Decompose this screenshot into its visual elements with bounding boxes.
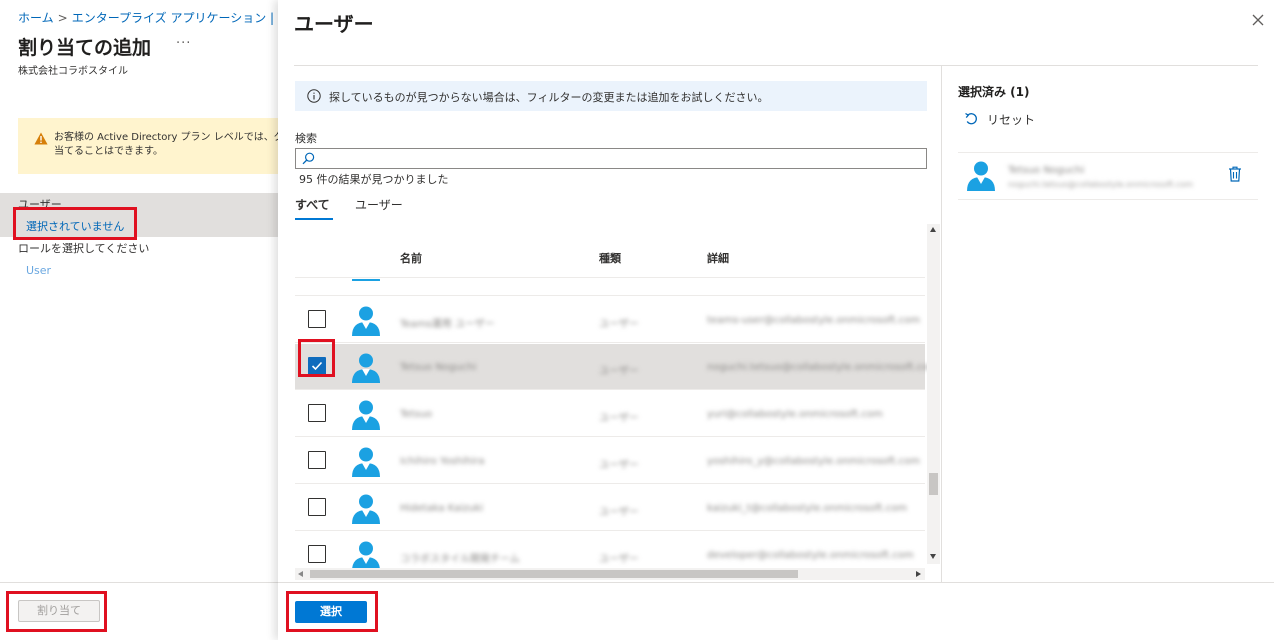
- column-header-type[interactable]: 種類: [599, 250, 621, 266]
- user-avatar-icon: [352, 353, 380, 383]
- selected-title: 選択済み (1): [958, 85, 1030, 99]
- column-header-name[interactable]: 名前: [400, 250, 422, 266]
- scroll-left-arrow-icon[interactable]: [298, 571, 303, 577]
- horizontal-scrollbar[interactable]: [295, 568, 925, 580]
- vertical-scroll-thumb[interactable]: [929, 473, 938, 495]
- results-grid: 名前 種類 詳細 Teams運用 ユーザー ユーザー teams-user@co…: [295, 224, 940, 582]
- row-name: Tetsuo Noguchi: [400, 362, 477, 373]
- column-divider: [941, 66, 942, 582]
- table-row-partial[interactable]: [295, 279, 925, 296]
- reset-icon[interactable]: [964, 112, 978, 126]
- more-options-icon[interactable]: ···: [176, 36, 191, 51]
- footer-divider: [0, 582, 278, 583]
- warning-line-1: お客様の Active Directory プラン レベルでは、グル: [54, 132, 278, 143]
- row-name: Hidetaka Kaizuki: [400, 503, 484, 514]
- tab-users[interactable]: ユーザー: [355, 196, 403, 213]
- breadcrumb-separator: >: [57, 11, 68, 25]
- search-icon: [302, 152, 315, 165]
- trash-icon[interactable]: [1228, 166, 1242, 182]
- table-row[interactable]: Teams運用 ユーザー ユーザー teams-user@collabostyl…: [295, 297, 925, 343]
- row-name: コラボスタイル開発チーム: [400, 554, 520, 565]
- row-name: Ichihiro Yoshihira: [400, 456, 485, 467]
- highlight-box: [286, 591, 378, 632]
- row-detail: developer@collabostyle.onmicrosoft.com: [707, 550, 914, 561]
- highlight-box: [13, 207, 137, 240]
- scroll-down-arrow-icon[interactable]: [930, 554, 936, 559]
- row-type: ユーザー: [599, 507, 639, 518]
- user-avatar-icon: [352, 400, 380, 430]
- warning-banner: お客様の Active Directory プラン レベルでは、グル 当てること…: [18, 118, 278, 174]
- row-detail: yuri@collabostyle.onmicrosoft.com: [707, 409, 883, 420]
- header-divider: [294, 65, 1258, 66]
- user-avatar-icon: [352, 447, 380, 477]
- user-avatar-icon: [352, 306, 380, 336]
- breadcrumb-home-link[interactable]: ホーム: [18, 11, 54, 25]
- tab-all[interactable]: すべて: [295, 196, 330, 213]
- row-name: Teams運用 ユーザー: [400, 319, 495, 330]
- search-input[interactable]: [295, 148, 927, 169]
- scroll-right-arrow-icon[interactable]: [916, 571, 921, 577]
- users-picker-panel: ユーザー 探しているものが見つからない場合は、フィルターの変更または追加をお試し…: [278, 0, 1274, 640]
- row-checkbox[interactable]: [308, 451, 326, 469]
- highlight-box: [6, 591, 107, 632]
- row-type: ユーザー: [599, 319, 639, 330]
- role-section-label: ロールを選択してください: [18, 242, 150, 255]
- row-checkbox[interactable]: [308, 404, 326, 422]
- horizontal-scroll-thumb[interactable]: [310, 570, 798, 578]
- scroll-up-arrow-icon[interactable]: [930, 227, 936, 232]
- column-header-detail[interactable]: 詳細: [707, 250, 729, 266]
- footer-divider: [278, 582, 1274, 583]
- info-banner: 探しているものが見つからない場合は、フィルターの変更または追加をお試しください。: [295, 81, 927, 111]
- table-row-selected[interactable]: Tetsuo Noguchi ユーザー noguchi.tetsuo@colla…: [295, 344, 938, 390]
- role-section-value[interactable]: User: [26, 264, 51, 277]
- reset-button[interactable]: リセット: [987, 111, 1035, 128]
- user-avatar-icon: [352, 279, 380, 281]
- row-detail: kaizuki_t@collabostyle.onmicrosoft.com: [707, 503, 908, 514]
- result-count: 95 件の結果が見つかりました: [299, 173, 449, 186]
- row-checkbox[interactable]: [308, 498, 326, 516]
- row-detail: yoshihiro_y@collabostyle.onmicrosoft.com: [707, 456, 920, 467]
- selected-item: Tetsuo Noguchi noguchi.tetsuo@collabosty…: [958, 152, 1258, 200]
- warning-line-2: 当てることはできます。: [54, 146, 163, 157]
- grid-header: 名前 種類 詳細: [295, 224, 925, 278]
- panel-title: ユーザー: [294, 12, 374, 36]
- user-avatar-icon: [967, 161, 995, 191]
- user-avatar-icon: [352, 494, 380, 524]
- warning-text: お客様の Active Directory プラン レベルでは、グル 当てること…: [54, 131, 278, 159]
- row-type: ユーザー: [599, 554, 639, 565]
- row-detail: teams-user@collabostyle.onmicrosoft.com: [707, 315, 921, 326]
- table-row[interactable]: Ichihiro Yoshihira ユーザー yoshihiro_y@coll…: [295, 438, 925, 484]
- page-root: ホーム > エンタープライズ アプリケーション | すべての 割り当ての追加 ···…: [0, 0, 1274, 640]
- table-row[interactable]: Tetsuo ユーザー yuri@collabostyle.onmicrosof…: [295, 391, 925, 437]
- tab-active-indicator: [295, 218, 333, 220]
- row-type: ユーザー: [599, 413, 639, 424]
- selected-item-name: Tetsuo Noguchi: [1008, 165, 1085, 176]
- row-type: ユーザー: [599, 460, 639, 471]
- warning-icon: [34, 132, 48, 145]
- row-checkbox[interactable]: [308, 545, 326, 563]
- row-name: Tetsuo: [400, 409, 433, 420]
- close-icon[interactable]: [1250, 12, 1266, 28]
- search-label: 検索: [295, 132, 317, 145]
- assignment-blade: ホーム > エンタープライズ アプリケーション | すべての 割り当ての追加 ···…: [0, 0, 325, 640]
- info-icon: [307, 89, 321, 103]
- selected-item-mail: noguchi.tetsuo@collabostyle.onmicrosoft.…: [1008, 180, 1193, 189]
- info-text: 探しているものが見つからない場合は、フィルターの変更または追加をお試しください。: [329, 91, 769, 104]
- row-type: ユーザー: [599, 366, 639, 377]
- row-detail: noguchi.tetsuo@collabostyle.onmicrosoft.…: [707, 362, 939, 373]
- page-subtitle: 株式会社コラボスタイル: [18, 66, 128, 77]
- table-row[interactable]: Hidetaka Kaizuki ユーザー kaizuki_t@collabos…: [295, 485, 925, 531]
- row-checkbox[interactable]: [308, 310, 326, 328]
- highlight-box: [298, 339, 335, 377]
- vertical-scrollbar[interactable]: [927, 224, 940, 564]
- page-title: 割り当ての追加: [18, 37, 152, 59]
- user-avatar-icon: [352, 541, 380, 571]
